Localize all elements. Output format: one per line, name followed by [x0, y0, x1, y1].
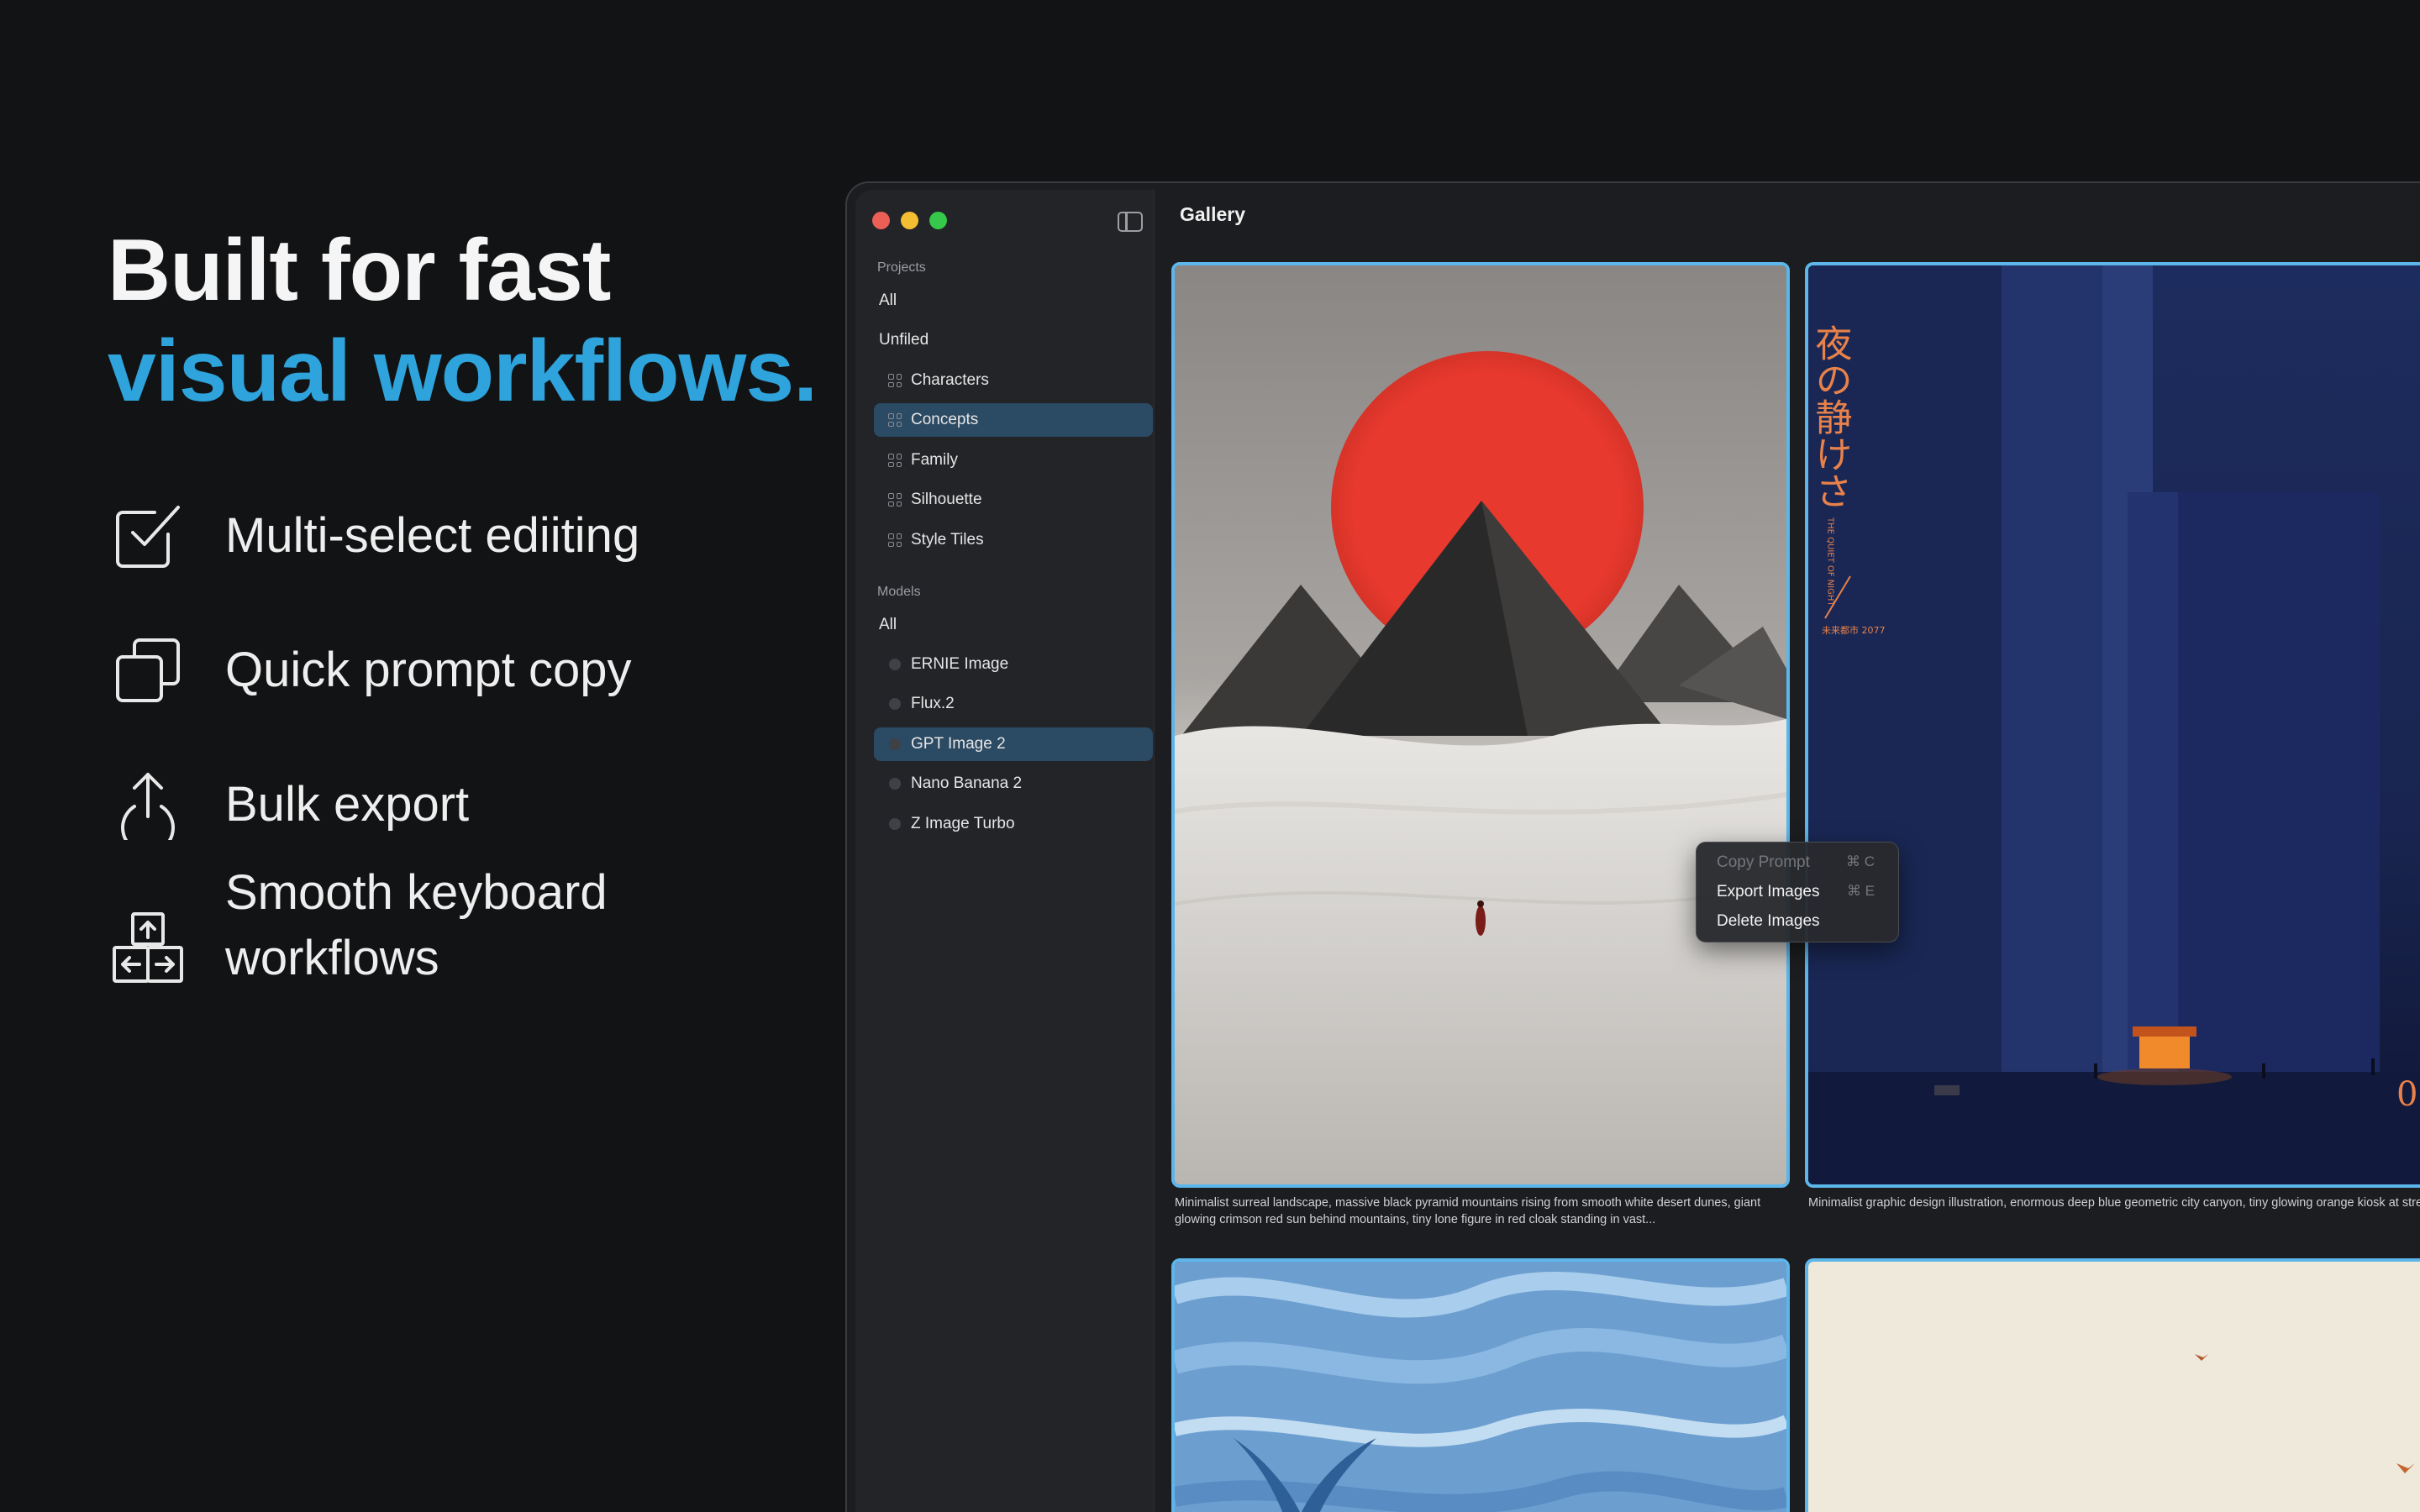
minimize-button[interactable]	[901, 212, 918, 229]
dot-icon	[879, 778, 911, 790]
zoom-button[interactable]	[929, 212, 947, 229]
sidebar-item-family[interactable]: Family	[874, 444, 1153, 477]
projects-section-label: Projects	[877, 260, 926, 275]
grid-icon	[879, 454, 911, 467]
gallery-card-city-poster[interactable]: 夜の静けさ THE QUIET OF NIGHT 未来都市 2077 02	[1805, 262, 2420, 1188]
sidebar-item-label: Nano Banana 2	[911, 774, 1023, 792]
sidebar-item-nano-banana-2[interactable]: Nano Banana 2	[874, 767, 1153, 801]
menu-item-shortcut: ⌘ C	[1846, 853, 1875, 869]
gallery-image: 夜の静けさ THE QUIET OF NIGHT 未来都市 2077 02	[1808, 265, 2420, 1184]
headline: Built for fast visual workflows.	[108, 220, 818, 422]
app-window: Projects All Unfiled Characters Concepts…	[845, 181, 2420, 1512]
feature-label: Smooth keyboard workflows	[225, 865, 608, 985]
sidebar-item-label: ERNIE Image	[911, 655, 1009, 673]
dot-icon	[879, 738, 911, 750]
sidebar-item-characters[interactable]: Characters	[874, 364, 1153, 397]
feature-label: Quick prompt copy	[225, 643, 632, 697]
sidebar-item-label: GPT Image 2	[911, 735, 1006, 753]
dot-icon	[879, 659, 911, 670]
sidebar-toggle-icon[interactable]	[1118, 212, 1143, 232]
menu-item-label: Delete Images	[1717, 912, 1820, 930]
grid-icon	[879, 493, 911, 507]
page-title: Gallery	[1180, 203, 1245, 225]
sidebar-item-label: Flux.2	[911, 695, 955, 712]
context-menu: Copy Prompt ⌘ C Export Images ⌘ E Delete…	[1696, 842, 1899, 942]
menu-item-label: Copy Prompt	[1717, 853, 1810, 871]
checkbox-icon	[108, 496, 188, 576]
headline-line-2: visual workflows.	[108, 323, 818, 420]
sidebar-item-label: Family	[911, 451, 958, 469]
feature-label: Multi-select ediiting	[225, 508, 640, 563]
context-menu-export-images[interactable]: Export Images ⌘ E	[1717, 883, 1893, 901]
dot-icon	[879, 698, 911, 710]
upload-icon	[108, 764, 188, 845]
grid-icon	[879, 533, 911, 547]
sidebar: Projects All Unfiled Characters Concepts…	[855, 190, 1155, 1512]
sidebar-item-projects-all[interactable]: All	[874, 284, 1153, 318]
grid-icon	[879, 374, 911, 387]
feature-multi-select: Multi-select ediiting	[108, 496, 639, 576]
poster-title: 夜の静けさ	[1809, 324, 1852, 509]
feature-bulk-export: Bulk export	[108, 764, 469, 845]
poster-number: 02	[2396, 1075, 2420, 1114]
sidebar-item-gpt-image-2[interactable]: GPT Image 2	[874, 727, 1153, 761]
context-menu-copy-prompt[interactable]: Copy Prompt ⌘ C	[1717, 853, 1893, 872]
sidebar-item-models-all[interactable]: All	[874, 608, 1153, 642]
sidebar-item-label: Style Tiles	[911, 531, 984, 549]
menu-item-label: Export Images	[1717, 883, 1820, 900]
window-controls	[872, 212, 947, 229]
grid-icon	[879, 413, 911, 427]
feature-label: Bulk export	[225, 777, 470, 832]
sidebar-item-label: Silhouette	[911, 491, 982, 508]
gallery-image	[1175, 265, 1786, 1184]
gallery-image	[1175, 1262, 1786, 1512]
sidebar-item-style-tiles[interactable]: Style Tiles	[874, 523, 1153, 557]
close-button[interactable]	[872, 212, 890, 229]
sidebar-item-label: Characters	[911, 371, 989, 389]
keyboard-arrows-icon	[108, 907, 188, 988]
sidebar-item-silhouette[interactable]: Silhouette	[874, 483, 1153, 517]
menu-item-shortcut: ⌘ E	[1846, 883, 1875, 899]
sidebar-item-ernie-image[interactable]: ERNIE Image	[874, 648, 1153, 681]
poster-subtitle: THE QUIET OF NIGHT	[1826, 517, 1835, 606]
context-menu-delete-images[interactable]: Delete Images	[1717, 912, 1893, 931]
sidebar-item-label: All	[879, 616, 897, 633]
sidebar-item-label: Concepts	[911, 411, 979, 428]
sidebar-item-label: All	[879, 291, 897, 309]
sidebar-item-concepts[interactable]: Concepts	[874, 403, 1153, 437]
copy-icon	[108, 630, 188, 711]
models-section-label: Models	[877, 585, 921, 599]
headline-line-1: Built for fast	[108, 222, 611, 319]
sidebar-item-flux-2[interactable]: Flux.2	[874, 687, 1153, 721]
poster-year: 未来都市 2077	[1822, 624, 1886, 636]
gallery-card-pyramids[interactable]	[1171, 262, 1790, 1188]
gallery-image	[1808, 1262, 2420, 1512]
sidebar-item-unfiled[interactable]: Unfiled	[874, 323, 1153, 357]
feature-keyboard: Smooth keyboard workflows	[108, 865, 608, 988]
dot-icon	[879, 818, 911, 830]
gallery-card-cream[interactable]	[1805, 1258, 2420, 1512]
feature-prompt-copy: Quick prompt copy	[108, 630, 632, 711]
gallery-card-whale[interactable]	[1171, 1258, 1790, 1512]
sidebar-item-label: Unfiled	[879, 331, 929, 349]
sidebar-item-label: Z Image Turbo	[911, 815, 1015, 832]
sidebar-item-z-image-turbo[interactable]: Z Image Turbo	[874, 807, 1153, 841]
gallery-caption: Minimalist graphic design illustration, …	[1808, 1196, 2420, 1210]
gallery-caption: Minimalist surreal landscape, massive bl…	[1175, 1196, 1761, 1226]
